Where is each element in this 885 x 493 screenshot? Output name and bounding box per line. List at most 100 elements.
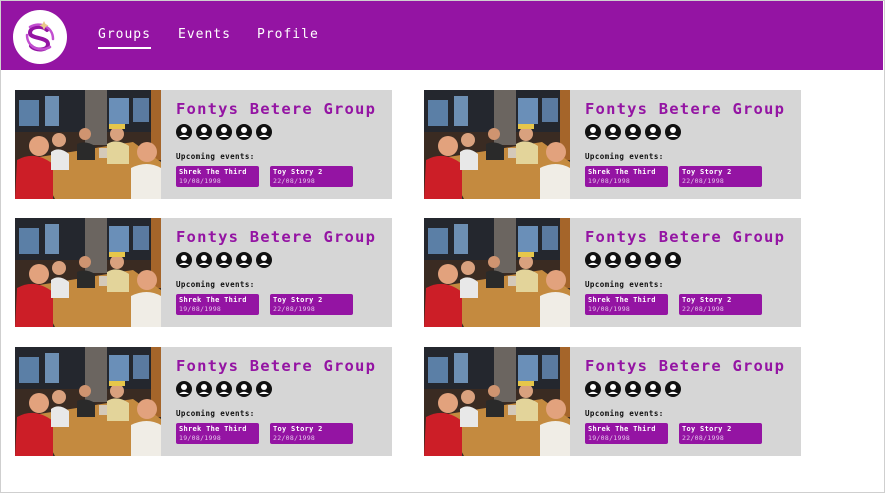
- user-avatar-icon[interactable]: [216, 124, 232, 140]
- event-title: Shrek The Third: [179, 296, 247, 304]
- event-title: Shrek The Third: [588, 425, 656, 433]
- user-avatar-icon[interactable]: [196, 381, 212, 397]
- event-date: 19/08/1998: [588, 305, 631, 313]
- event-date: 19/08/1998: [588, 177, 631, 185]
- event-title: Toy Story 2: [273, 296, 323, 304]
- user-avatar-icon[interactable]: [645, 252, 661, 268]
- user-avatar-icon[interactable]: [605, 124, 621, 140]
- event-date: 22/08/1998: [273, 434, 316, 442]
- event-chip[interactable]: Shrek The Third 19/08/1998: [585, 166, 668, 187]
- user-avatar-icon[interactable]: [236, 124, 252, 140]
- member-avatars: [585, 381, 681, 397]
- group-photo[interactable]: [15, 218, 161, 327]
- event-chip[interactable]: Shrek The Third 19/08/1998: [176, 294, 259, 315]
- event-chip[interactable]: Shrek The Third 19/08/1998: [176, 423, 259, 444]
- group-card[interactable]: Fontys Betere Group Upcoming events: Shr…: [424, 218, 801, 327]
- user-avatar-icon[interactable]: [176, 124, 192, 140]
- user-avatar-icon[interactable]: [585, 381, 601, 397]
- user-avatar-icon[interactable]: [196, 124, 212, 140]
- nav-tab-groups[interactable]: Groups: [98, 27, 151, 49]
- event-title: Toy Story 2: [273, 425, 323, 433]
- user-avatar-icon[interactable]: [216, 381, 232, 397]
- event-date: 19/08/1998: [179, 177, 222, 185]
- member-avatars: [585, 124, 681, 140]
- group-name[interactable]: Fontys Betere Group: [176, 228, 376, 246]
- event-chip[interactable]: Shrek The Third 19/08/1998: [176, 166, 259, 187]
- upcoming-events-label: Upcoming events:: [176, 409, 255, 418]
- event-title: Toy Story 2: [682, 296, 732, 304]
- event-chip[interactable]: Toy Story 2 22/08/1998: [679, 294, 762, 315]
- event-title: Toy Story 2: [682, 168, 732, 176]
- event-chip[interactable]: Shrek The Third 19/08/1998: [585, 294, 668, 315]
- user-avatar-icon[interactable]: [605, 381, 621, 397]
- user-avatar-icon[interactable]: [196, 252, 212, 268]
- member-avatars: [585, 252, 681, 268]
- user-avatar-icon[interactable]: [176, 381, 192, 397]
- group-name[interactable]: Fontys Betere Group: [585, 100, 785, 118]
- user-avatar-icon[interactable]: [665, 252, 681, 268]
- group-card[interactable]: Fontys Betere Group Upcoming events: Shr…: [15, 347, 392, 456]
- user-avatar-icon[interactable]: [665, 124, 681, 140]
- group-photo[interactable]: [424, 347, 570, 456]
- event-date: 22/08/1998: [682, 177, 725, 185]
- group-card[interactable]: Fontys Betere Group Upcoming events: Shr…: [15, 90, 392, 199]
- group-name[interactable]: Fontys Betere Group: [585, 357, 785, 375]
- event-date: 22/08/1998: [273, 177, 316, 185]
- event-chip[interactable]: Toy Story 2 22/08/1998: [270, 166, 353, 187]
- event-chip[interactable]: Toy Story 2 22/08/1998: [679, 166, 762, 187]
- nav-tab-events[interactable]: Events: [178, 27, 231, 42]
- upcoming-events-label: Upcoming events:: [585, 152, 664, 161]
- upcoming-events-label: Upcoming events:: [176, 152, 255, 161]
- user-avatar-icon[interactable]: [605, 252, 621, 268]
- event-title: Shrek The Third: [179, 168, 247, 176]
- event-chip[interactable]: Shrek The Third 19/08/1998: [585, 423, 668, 444]
- user-avatar-icon[interactable]: [645, 124, 661, 140]
- nav-tab-profile[interactable]: Profile: [257, 27, 319, 42]
- user-avatar-icon[interactable]: [256, 124, 272, 140]
- user-avatar-icon[interactable]: [256, 381, 272, 397]
- group-photo[interactable]: [424, 90, 570, 199]
- top-navbar: Groups Events Profile: [1, 1, 883, 70]
- event-date: 22/08/1998: [682, 305, 725, 313]
- user-avatar-icon[interactable]: [585, 252, 601, 268]
- group-card[interactable]: Fontys Betere Group Upcoming events: Shr…: [424, 90, 801, 199]
- upcoming-events-label: Upcoming events:: [176, 280, 255, 289]
- group-name[interactable]: Fontys Betere Group: [585, 228, 785, 246]
- group-photo[interactable]: [424, 218, 570, 327]
- event-date: 19/08/1998: [179, 434, 222, 442]
- event-date: 19/08/1998: [179, 305, 222, 313]
- user-avatar-icon[interactable]: [236, 381, 252, 397]
- group-card[interactable]: Fontys Betere Group Upcoming events: Shr…: [424, 347, 801, 456]
- user-avatar-icon[interactable]: [625, 381, 641, 397]
- upcoming-events-label: Upcoming events:: [585, 280, 664, 289]
- event-chip[interactable]: Toy Story 2 22/08/1998: [679, 423, 762, 444]
- event-title: Shrek The Third: [179, 425, 247, 433]
- user-avatar-icon[interactable]: [645, 381, 661, 397]
- user-avatar-icon[interactable]: [625, 124, 641, 140]
- event-date: 22/08/1998: [273, 305, 316, 313]
- event-date: 19/08/1998: [588, 434, 631, 442]
- user-avatar-icon[interactable]: [665, 381, 681, 397]
- user-avatar-icon[interactable]: [625, 252, 641, 268]
- event-title: Toy Story 2: [273, 168, 323, 176]
- event-chip[interactable]: Toy Story 2 22/08/1998: [270, 423, 353, 444]
- group-card[interactable]: Fontys Betere Group Upcoming events: Shr…: [15, 218, 392, 327]
- group-photo[interactable]: [15, 347, 161, 456]
- group-photo[interactable]: [15, 90, 161, 199]
- event-title: Shrek The Third: [588, 296, 656, 304]
- group-name[interactable]: Fontys Betere Group: [176, 357, 376, 375]
- app-logo[interactable]: [13, 10, 67, 64]
- upcoming-events-label: Upcoming events:: [585, 409, 664, 418]
- event-date: 22/08/1998: [682, 434, 725, 442]
- user-avatar-icon[interactable]: [256, 252, 272, 268]
- user-avatar-icon[interactable]: [176, 252, 192, 268]
- member-avatars: [176, 124, 272, 140]
- user-avatar-icon[interactable]: [236, 252, 252, 268]
- user-avatar-icon[interactable]: [216, 252, 232, 268]
- user-avatar-icon[interactable]: [585, 124, 601, 140]
- event-title: Toy Story 2: [682, 425, 732, 433]
- member-avatars: [176, 252, 272, 268]
- group-name[interactable]: Fontys Betere Group: [176, 100, 376, 118]
- event-chip[interactable]: Toy Story 2 22/08/1998: [270, 294, 353, 315]
- logo-icon: [25, 21, 55, 52]
